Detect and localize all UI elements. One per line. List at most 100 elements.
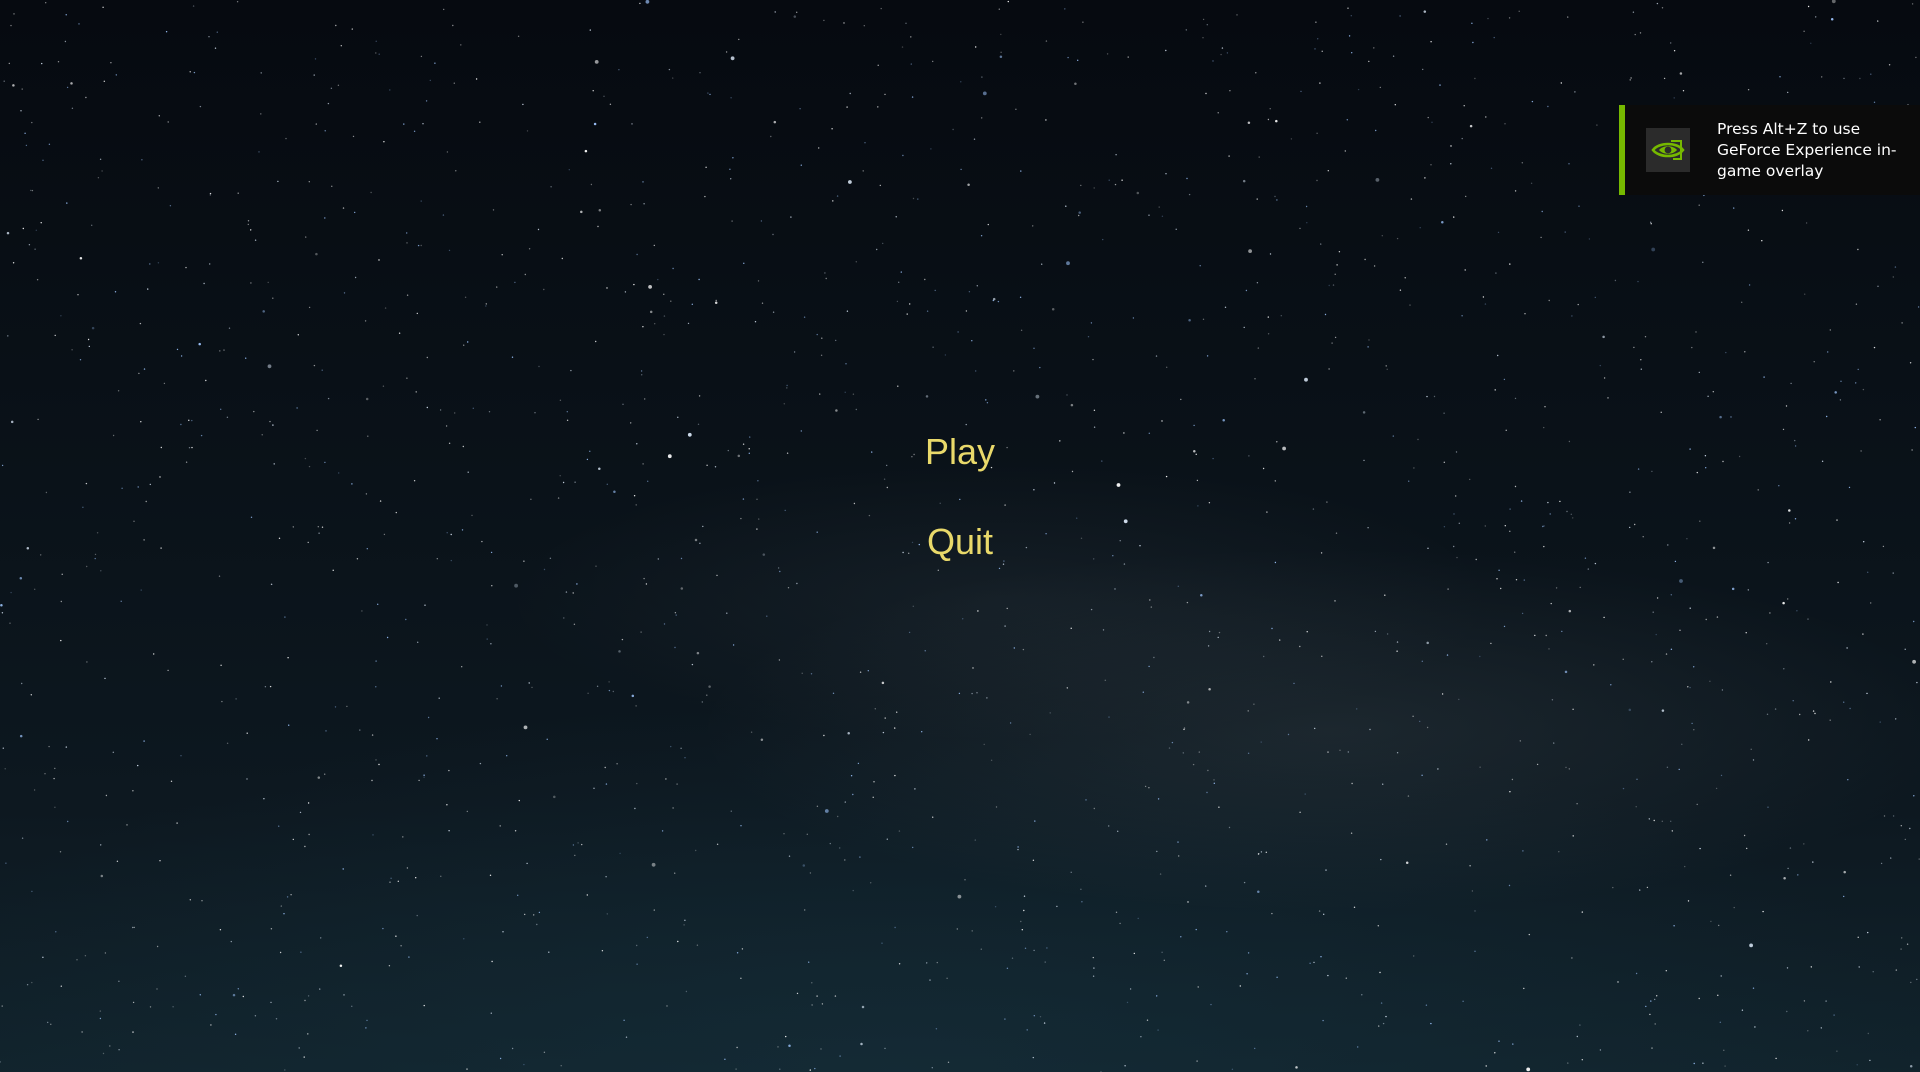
quit-button[interactable]: Quit <box>927 520 993 564</box>
star <box>676 783 678 785</box>
star <box>1790 382 1792 385</box>
star <box>900 271 902 273</box>
star <box>1602 335 1605 339</box>
star <box>133 926 135 929</box>
star <box>1888 64 1891 66</box>
star <box>91 326 95 330</box>
star <box>184 975 187 977</box>
star <box>1332 284 1335 286</box>
star <box>1274 195 1276 198</box>
star <box>816 805 819 807</box>
star <box>1786 1010 1788 1013</box>
star <box>1119 922 1121 925</box>
star <box>1279 639 1281 641</box>
star <box>1526 1067 1531 1072</box>
star <box>1043 1022 1046 1024</box>
star <box>1567 1062 1569 1064</box>
star <box>1248 249 1252 254</box>
star <box>1196 479 1199 482</box>
star <box>1156 850 1158 853</box>
star <box>54 806 56 808</box>
star <box>1231 1068 1234 1071</box>
star <box>1757 489 1759 491</box>
star <box>1026 1029 1028 1031</box>
star <box>1471 22 1473 24</box>
star <box>304 845 306 848</box>
star <box>305 236 307 238</box>
star <box>1812 710 1815 712</box>
star <box>1328 284 1330 287</box>
star <box>308 833 310 836</box>
play-button[interactable]: Play <box>925 430 995 474</box>
star <box>699 72 701 74</box>
star <box>422 123 424 125</box>
star <box>448 442 451 444</box>
star <box>926 310 929 312</box>
star <box>523 1063 525 1066</box>
star <box>1571 315 1573 317</box>
star <box>1197 986 1199 988</box>
star <box>199 994 201 996</box>
star <box>1015 108 1017 111</box>
star <box>406 232 408 234</box>
star <box>1421 774 1423 776</box>
star <box>1222 418 1225 422</box>
star <box>159 476 161 478</box>
star <box>1661 709 1665 712</box>
star <box>132 926 134 929</box>
star <box>1274 561 1277 564</box>
star <box>698 278 700 281</box>
star <box>1722 460 1724 463</box>
star <box>667 454 672 459</box>
star <box>796 11 798 13</box>
star <box>296 407 298 409</box>
star <box>1316 179 1318 182</box>
star <box>1542 525 1544 528</box>
star <box>1313 961 1315 964</box>
star <box>636 782 638 785</box>
star <box>715 299 717 302</box>
star <box>234 1033 237 1036</box>
star <box>859 856 861 858</box>
star <box>1066 687 1069 689</box>
star <box>590 183 593 186</box>
star <box>976 692 978 694</box>
star <box>1652 611 1654 613</box>
geforce-overlay-notification[interactable]: Press Alt+Z to use GeForce Experience in… <box>1619 105 1920 195</box>
star <box>1306 631 1308 633</box>
star <box>167 669 169 672</box>
star <box>1568 440 1571 443</box>
star <box>1067 56 1069 59</box>
star <box>85 482 88 485</box>
star <box>636 944 638 947</box>
star <box>810 673 813 675</box>
star <box>852 793 854 796</box>
star <box>446 804 448 806</box>
star <box>1157 1029 1159 1031</box>
star <box>1855 382 1857 384</box>
star <box>33 789 36 791</box>
star <box>1698 371 1701 374</box>
star <box>1787 598 1789 600</box>
star <box>1670 594 1673 596</box>
star <box>1628 708 1632 712</box>
star <box>254 1015 257 1017</box>
star <box>1892 815 1895 817</box>
star <box>1622 658 1624 660</box>
star <box>9 622 11 624</box>
star <box>71 349 73 351</box>
star <box>1165 173 1167 175</box>
star <box>118 1049 120 1051</box>
star <box>370 191 372 194</box>
star <box>708 685 711 688</box>
star <box>1794 439 1796 442</box>
star <box>37 418 39 421</box>
star <box>1521 612 1524 615</box>
star <box>1514 551 1516 553</box>
star <box>160 446 162 449</box>
star <box>463 938 465 940</box>
star <box>1257 853 1260 855</box>
star <box>1455 451 1458 453</box>
star <box>501 254 503 256</box>
star <box>706 464 708 466</box>
